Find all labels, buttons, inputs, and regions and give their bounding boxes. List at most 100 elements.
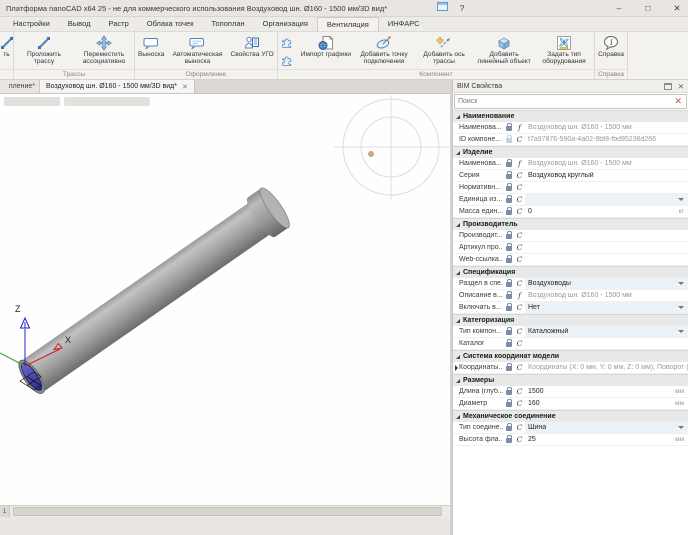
lock-icon[interactable]	[506, 390, 512, 395]
search-input[interactable]	[455, 98, 670, 105]
drawing-canvas[interactable]: X Z	[0, 94, 450, 505]
lock-icon[interactable]	[506, 402, 512, 407]
property-value[interactable]: Каталожный	[525, 326, 688, 337]
ribbon-button[interactable]: Проложить трассу	[14, 32, 74, 66]
property-value[interactable]: Воздуховод круглый	[525, 170, 688, 181]
property-label: Высота фла...	[459, 436, 503, 443]
property-value[interactable]	[525, 242, 688, 253]
ribbon-button[interactable]: Задать тип оборудования	[534, 32, 594, 66]
property-section-header[interactable]: Система координат модели	[453, 350, 688, 362]
property-value[interactable]: f7a97876-590a-4a02-9bf8-fbd95236d266	[525, 134, 688, 145]
menu-tab-Вывод[interactable]: Вывод	[59, 17, 100, 31]
help-icon[interactable]: ?	[457, 2, 467, 14]
close-icon[interactable]: ✕	[678, 83, 684, 90]
lock-icon[interactable]	[506, 174, 512, 179]
ribbon-group-label: Оформление	[135, 69, 277, 79]
minimize-icon[interactable]: –	[614, 2, 624, 14]
ribbon-button[interactable]: Добавить точку подключения	[354, 32, 414, 66]
clear-search-icon[interactable]: ✕	[670, 97, 686, 106]
property-value[interactable]: Воздуховоды	[525, 278, 688, 289]
property-value[interactable]	[525, 194, 688, 205]
layout-tab[interactable]: 1	[0, 506, 10, 517]
lock-icon[interactable]	[506, 282, 512, 287]
property-value[interactable]	[525, 230, 688, 241]
lock-icon[interactable]	[506, 294, 512, 299]
ribbon-button[interactable]: Свойства УГО	[227, 32, 276, 58]
duct-pipe-3d[interactable]	[12, 185, 294, 401]
lock-icon[interactable]	[506, 138, 512, 143]
lock-icon[interactable]	[506, 258, 512, 263]
close-icon[interactable]: ✕	[672, 2, 682, 14]
property-label: Артикул про...	[459, 244, 503, 251]
property-value[interactable]: 160мм	[525, 398, 688, 409]
property-section-header[interactable]: Механическое соединение	[453, 410, 688, 422]
menu-tab-Настройки[interactable]: Настройки	[4, 17, 59, 31]
ribbon-button[interactable]: Импорт графики	[298, 32, 354, 58]
property-value[interactable]: 0кг	[525, 206, 688, 217]
property-section-header[interactable]: Спецификация	[453, 266, 688, 278]
ribbon-button[interactable]: Выноска	[135, 32, 167, 58]
unit-label: мм	[670, 388, 688, 395]
menu-tab-Облака точек[interactable]: Облака точек	[138, 17, 203, 31]
puzzle-icon[interactable]	[280, 34, 296, 50]
property-section-header[interactable]: Наименование	[453, 110, 688, 122]
lock-icon[interactable]	[506, 162, 512, 167]
maximize-icon[interactable]: □	[643, 2, 653, 14]
horizontal-scrollbar[interactable]	[10, 506, 450, 517]
property-value[interactable]: Воздуховод шн. Ø160 - 1500 мм	[525, 122, 688, 133]
puzzle-icon[interactable]	[280, 52, 296, 68]
property-value[interactable]: 25мм	[525, 434, 688, 445]
property-value[interactable]: 1500мм	[525, 386, 688, 397]
dropdown-arrow-icon[interactable]	[678, 198, 684, 201]
property-section-header[interactable]: Размеры	[453, 374, 688, 386]
scrollbar-thumb[interactable]	[13, 507, 442, 516]
lock-icon[interactable]	[506, 234, 512, 239]
ribbon-button[interactable]: iСправка	[595, 32, 627, 58]
menu-tab-Топоплан[interactable]: Топоплан	[203, 17, 254, 31]
menu-tab-ИНФАРС[interactable]: ИНФАРС	[379, 17, 429, 31]
lock-icon[interactable]	[506, 330, 512, 335]
dropdown-arrow-icon[interactable]	[678, 306, 684, 309]
property-value[interactable]	[525, 254, 688, 265]
lock-icon[interactable]	[506, 186, 512, 191]
menu-tab-Вентиляция[interactable]: Вентиляция	[317, 17, 379, 31]
ribbon-button[interactable]: Добавить линейный объект	[474, 32, 534, 66]
lock-icon[interactable]	[506, 426, 512, 431]
property-value[interactable]: Координаты (X: 0 мм, Y: 0 мм, Z: 0 мм), …	[525, 362, 688, 373]
lock-icon[interactable]	[506, 126, 512, 131]
property-section-header[interactable]: Производитель	[453, 218, 688, 230]
property-value-text: Координаты (X: 0 мм, Y: 0 мм, Z: 0 мм), …	[528, 364, 688, 371]
dropdown-arrow-icon[interactable]	[678, 426, 684, 429]
dropdown-arrow-icon[interactable]	[678, 282, 684, 285]
formula-flag-icon: C	[514, 303, 525, 312]
lock-icon[interactable]	[506, 246, 512, 251]
ribbon-button[interactable]: Автоматическая выноска	[167, 32, 227, 66]
ribbon-button[interactable]: Переместить ассоциативно	[74, 32, 134, 66]
lock-icon[interactable]	[506, 306, 512, 311]
property-value[interactable]	[525, 338, 688, 349]
property-value[interactable]: Шина	[525, 422, 688, 433]
app-window-icon[interactable]	[437, 2, 448, 14]
property-value[interactable]: Воздуховод шн. Ø160 - 1500 мм	[525, 158, 688, 169]
expand-icon[interactable]	[455, 365, 458, 371]
pin-icon[interactable]	[664, 83, 672, 90]
property-section-header[interactable]: Изделие	[453, 146, 688, 158]
lock-icon[interactable]	[506, 198, 512, 203]
lock-icon[interactable]	[506, 438, 512, 443]
property-value[interactable]: Воздуховод шн. Ø160 - 1500 мм	[525, 290, 688, 301]
dropdown-arrow-icon[interactable]	[678, 330, 684, 333]
lock-icon[interactable]	[506, 210, 512, 215]
lock-icon[interactable]	[506, 366, 512, 371]
menu-tab-Растр[interactable]: Растр	[99, 17, 137, 31]
property-value[interactable]	[525, 182, 688, 193]
document-tab[interactable]: пление*	[0, 80, 40, 93]
document-tab[interactable]: Воздуховод шн. Ø160 - 1500 мм/3D вид*✕	[40, 80, 195, 93]
navigation-compass[interactable]	[334, 95, 449, 200]
ribbon-button[interactable]: ть	[0, 32, 13, 58]
close-tab-icon[interactable]: ✕	[182, 83, 188, 91]
property-value[interactable]: Нет	[525, 302, 688, 313]
property-section-header[interactable]: Категоризация	[453, 314, 688, 326]
menu-tab-Организация[interactable]: Организация	[254, 17, 317, 31]
lock-icon[interactable]	[506, 342, 512, 347]
ribbon-button[interactable]: Добавить ось трассы	[414, 32, 474, 66]
